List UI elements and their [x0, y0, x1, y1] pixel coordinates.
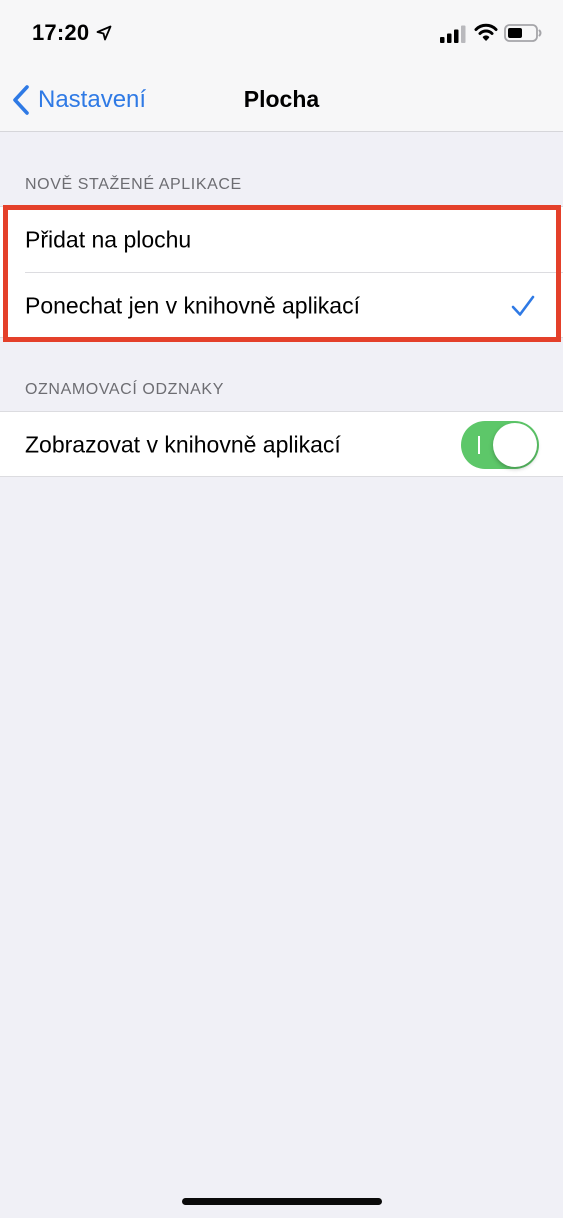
show-in-app-library-row: Zobrazovat v knihovně aplikací — [0, 412, 563, 477]
toggle-knob — [493, 422, 537, 467]
badges-group: Zobrazovat v knihovně aplikací — [0, 411, 563, 477]
new-apps-group: Přidat na plochu Ponechat jen v knihovně… — [0, 206, 563, 338]
status-time: 17:20 — [32, 20, 90, 45]
home-indicator[interactable] — [182, 1198, 382, 1205]
navigation-bar: Nastavení Plocha — [0, 68, 563, 132]
wifi-icon — [474, 23, 498, 41]
settings-screen: 17:20 Nastavení Plocha NOVĚ STAŽENÉ APLI… — [0, 0, 563, 1218]
toggle-on-mark — [478, 435, 480, 454]
option-app-library-only[interactable]: Ponechat jen v knihovně aplikací — [0, 273, 563, 338]
cellular-signal-icon — [440, 25, 466, 43]
battery-icon — [504, 24, 542, 42]
option-add-to-home-screen[interactable]: Přidat na plochu — [0, 207, 563, 272]
option-label: Ponechat jen v knihovně aplikací — [25, 292, 360, 318]
option-label: Přidat na plochu — [25, 226, 192, 252]
show-in-app-library-toggle[interactable] — [461, 420, 539, 469]
section-header-notification-badges: OZNAMOVACÍ ODZNAKY — [25, 381, 224, 398]
section-header-new-apps: NOVĚ STAŽENÉ APLIKACE — [25, 176, 242, 193]
location-arrow-icon — [96, 25, 112, 41]
page-title: Plocha — [243, 86, 320, 112]
row-label: Zobrazovat v knihovně aplikací — [25, 431, 341, 457]
checkmark-icon — [511, 295, 535, 316]
status-bar: 17:20 — [0, 0, 563, 68]
